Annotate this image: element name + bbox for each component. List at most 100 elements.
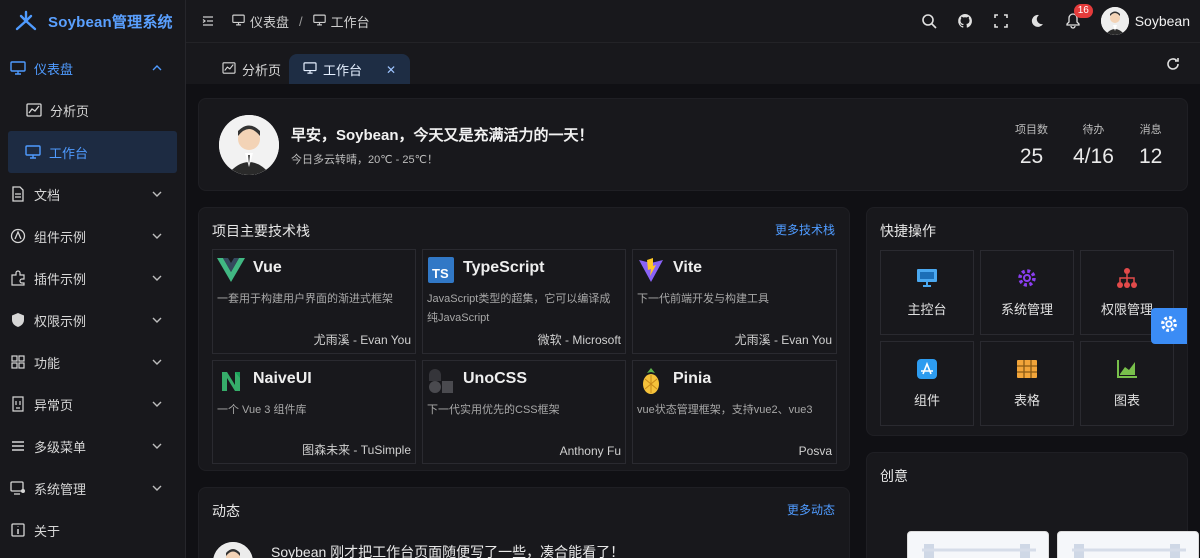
tech-item-pinia[interactable]: Pinia vue状态管理框架，支持vue2、vue3 Posva	[632, 360, 837, 464]
grid-icon	[10, 354, 26, 370]
header-actions: 16 Soybean	[921, 0, 1190, 42]
tech-item-naiveui[interactable]: NaiveUI 一个 Vue 3 组件库 图森未来 - TuSimple	[212, 360, 416, 464]
fullscreen-icon[interactable]	[993, 13, 1009, 29]
sidebar-item-system[interactable]: 系统管理	[0, 467, 177, 509]
tech-stack-card: 项目主要技术栈 更多技术栈 Vue 一套用于构建用户界面的渐进式框架 尤雨溪 -…	[198, 207, 850, 471]
quick-action-label: 系统管理	[1000, 302, 1053, 317]
sidebar: Soybean管理系统 仪表盘 分析页 工作台 文档 组件示例 插件示例 权限示…	[0, 0, 186, 558]
quick-action-chart[interactable]: 图表	[1080, 341, 1174, 426]
app-root: Soybean管理系统 仪表盘 分析页 工作台 文档 组件示例 插件示例 权限示…	[0, 0, 1200, 558]
workbench-icon	[303, 62, 317, 77]
stat-todo: 待办 4/16	[1073, 121, 1114, 169]
chevron-down-icon	[151, 272, 163, 284]
avatar	[219, 115, 279, 175]
card-title: 快捷操作	[880, 223, 936, 239]
tech-item-unocss[interactable]: UnoCSS 下一代实用优先的CSS框架 Anthony Fu	[422, 360, 626, 464]
chevron-down-icon	[151, 398, 163, 410]
card-title: 动态	[212, 503, 240, 519]
stat-label: 项目数	[1015, 124, 1048, 136]
sidebar-item-components[interactable]: 组件示例	[0, 215, 177, 257]
sidebar-item-dashboard[interactable]: 仪表盘	[0, 47, 177, 89]
exception-icon	[10, 396, 26, 412]
bell-icon[interactable]: 16	[1065, 4, 1093, 29]
sidebar-item-label: 权限示例	[34, 313, 87, 329]
menu-collapse-button[interactable]	[194, 15, 222, 27]
breadcrumb-label: 工作台	[330, 14, 370, 30]
sidebar-item-multi-menu[interactable]: 多级菜单	[0, 425, 177, 467]
sidebar-item-label: 多级菜单	[34, 439, 87, 455]
sidebar-item-analysis[interactable]: 分析页	[0, 89, 177, 131]
tab-label: 分析页	[242, 63, 282, 78]
sidebar-item-label: 系统管理	[34, 481, 87, 497]
plugin-icon	[10, 270, 26, 286]
tab-label: 工作台	[323, 63, 363, 78]
table-icon	[1016, 358, 1038, 380]
tech-item-vite[interactable]: Vite 下一代前端开发与构建工具 尤雨溪 - Evan You	[632, 249, 837, 354]
pinia-icon	[637, 367, 665, 395]
sidebar-item-label: 插件示例	[34, 271, 87, 287]
brand[interactable]: Soybean管理系统	[0, 0, 185, 42]
stat-value: 4/16	[1073, 145, 1114, 168]
sidebar-item-permissions[interactable]: 权限示例	[0, 299, 177, 341]
avatar	[1100, 7, 1129, 35]
chevron-down-icon	[151, 356, 163, 368]
creative-illustration	[1057, 531, 1199, 558]
sidebar-item-label: 组件示例	[34, 229, 87, 245]
sidebar-item-plugins[interactable]: 插件示例	[0, 257, 177, 299]
workbench-icon	[25, 144, 41, 160]
weather-text: 今日多云转晴，20℃ - 25℃！	[291, 154, 438, 166]
sidebar-item-about[interactable]: 关于	[0, 509, 177, 551]
refresh-icon[interactable]	[1166, 57, 1180, 76]
user-menu[interactable]: Soybean	[1100, 7, 1190, 35]
tech-desc: JavaScript类型的超集，它可以编译成纯JavaScript	[427, 293, 611, 324]
activity-card: 动态 更多动态 Soybean 刚才把工作台页面随便写了一些，凑合能看了！	[198, 487, 850, 558]
quick-action-components[interactable]: 组件	[880, 341, 974, 426]
breadcrumb-item-workbench[interactable]: 工作台	[312, 12, 370, 31]
document-icon	[10, 186, 26, 202]
sidebar-item-label: 异常页	[34, 397, 74, 413]
tech-item-typescript[interactable]: TS TypeScript JavaScript类型的超集，它可以编译成纯Jav…	[422, 249, 626, 354]
sidebar-item-workbench[interactable]: 工作台	[8, 131, 177, 173]
analysis-icon	[26, 102, 42, 118]
sidebar-item-features[interactable]: 功能	[0, 341, 177, 383]
quick-action-label: 组件	[913, 393, 940, 408]
stat-projects: 项目数 25	[1015, 121, 1048, 169]
tab-analysis[interactable]: 分析页	[208, 54, 295, 85]
sidebar-item-exception[interactable]: 异常页	[0, 383, 177, 425]
github-icon[interactable]	[957, 13, 973, 29]
breadcrumb-item-dashboard[interactable]: 仪表盘	[232, 12, 289, 31]
svg-text:TS: TS	[432, 266, 449, 281]
sidebar-item-docs[interactable]: 文档	[0, 173, 177, 215]
analysis-icon	[222, 62, 236, 77]
soybean-logo-icon	[12, 9, 40, 33]
more-tech-link[interactable]: 更多技术栈	[775, 221, 835, 238]
moon-icon[interactable]	[1029, 13, 1045, 29]
tech-desc: 下一代前端开发与构建工具	[637, 293, 769, 305]
typescript-icon: TS	[427, 256, 455, 284]
top-header: 仪表盘 / 工作台 16 Soybean	[186, 0, 1200, 42]
sidebar-item-label: 文档	[34, 187, 61, 203]
quick-action-system[interactable]: 系统管理	[980, 250, 1074, 335]
activity-text: Soybean 刚才把工作台页面随便写了一些，凑合能看了！	[271, 544, 625, 558]
close-icon[interactable]: ✕	[386, 63, 396, 77]
tab-bar: 分析页 工作台 ✕	[186, 42, 1200, 85]
system-icon	[10, 480, 26, 496]
breadcrumb-separator: /	[299, 13, 303, 29]
more-activity-link[interactable]: 更多动态	[787, 501, 835, 518]
stat-value: 12	[1139, 145, 1163, 168]
tab-workbench[interactable]: 工作台 ✕	[289, 54, 411, 85]
quick-action-table[interactable]: 表格	[980, 341, 1074, 426]
theme-settings-button[interactable]	[1151, 308, 1187, 344]
tech-grid: Vue 一套用于构建用户界面的渐进式框架 尤雨溪 - Evan You TS T…	[212, 249, 839, 464]
creative-card: 创意	[866, 452, 1199, 558]
quick-action-console[interactable]: 主控台	[880, 250, 974, 335]
quick-actions-grid: 主控台 系统管理 权限管理 组件 表格 图表	[880, 250, 1174, 426]
chart-icon	[1116, 358, 1138, 380]
tech-author: Posva	[798, 444, 832, 458]
search-icon[interactable]	[921, 13, 937, 29]
sidebar-item-label: 工作台	[49, 145, 89, 161]
card-title: 项目主要技术栈	[212, 223, 310, 239]
tech-item-vue[interactable]: Vue 一套用于构建用户界面的渐进式框架 尤雨溪 - Evan You	[212, 249, 416, 354]
info-icon	[10, 522, 26, 538]
stat-value: 25	[1019, 145, 1044, 168]
